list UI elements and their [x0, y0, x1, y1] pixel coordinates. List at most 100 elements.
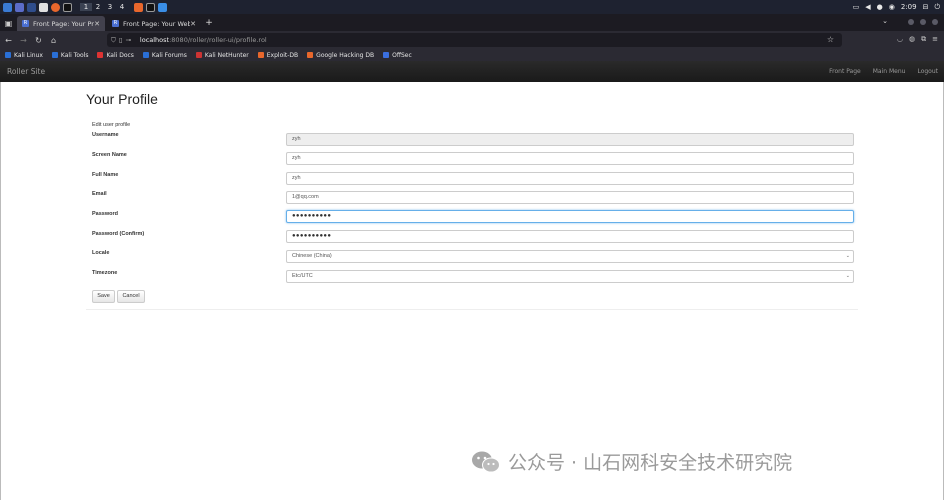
workspace-3[interactable]: 3 — [104, 3, 116, 11]
forward-icon[interactable]: → — [17, 36, 30, 45]
bookmark-kali-docs[interactable]: Kali Docs — [97, 52, 134, 59]
bookmark-google-hacking-db[interactable]: Google Hacking DB — [307, 52, 374, 59]
bookmark-kali-linux[interactable]: Kali Linux — [5, 52, 43, 59]
page-content: Your Profile Edit user profile Username … — [0, 82, 944, 500]
url-bar[interactable]: ⛉▯⊸ localhost:8080/roller/roller-ui/prof… — [107, 33, 842, 47]
tab-weblog[interactable]: R Front Page: Your Weblog ✕ — [107, 16, 201, 31]
terminal-window-icon[interactable] — [146, 2, 155, 12]
kali-icon — [5, 52, 11, 58]
terminal-launcher-icon[interactable] — [27, 2, 36, 12]
pocket-icon[interactable]: ◡ — [897, 35, 903, 44]
firefox-view-icon[interactable]: ▣ — [2, 16, 15, 31]
bookmark-kali-tools[interactable]: Kali Tools — [51, 52, 88, 59]
roller-favicon-icon: R — [22, 20, 29, 27]
power-icon[interactable]: ⏻ — [934, 3, 940, 12]
volume-icon[interactable]: ◀ — [865, 3, 870, 11]
close-icon[interactable]: ✕ — [94, 20, 100, 28]
ghdb-icon — [307, 52, 314, 58]
chevron-down-icon: ⌄ — [845, 273, 850, 279]
chevron-down-icon: ⌄ — [845, 253, 850, 259]
nav-front-page[interactable]: Front Page — [829, 68, 861, 75]
home-icon[interactable]: ⌂ — [47, 36, 60, 45]
workspace-2[interactable]: 2 — [92, 3, 104, 11]
password-confirm-label: Password (Confirm) — [92, 231, 145, 237]
burp-icon[interactable] — [134, 2, 143, 12]
wechat-icon — [472, 451, 500, 472]
bookmarks-bar: Kali Linux Kali Tools Kali Docs Kali For… — [0, 49, 944, 61]
watermark-text: 公众号 · 山石网科安全技术研究院 — [508, 452, 793, 474]
password-confirm-field[interactable]: ●●●●●●●●●● — [286, 230, 854, 243]
reload-icon[interactable]: ↻ — [32, 36, 45, 45]
password-label: Password — [92, 211, 118, 217]
page-title: Your Profile — [86, 91, 158, 107]
back-icon[interactable]: ← — [2, 36, 15, 45]
close-window-button[interactable] — [932, 19, 938, 25]
desktop-icon[interactable] — [15, 2, 24, 12]
cancel-button[interactable]: Cancel — [117, 290, 145, 303]
close-icon[interactable]: ✕ — [190, 20, 196, 28]
nav-main-menu[interactable]: Main Menu — [873, 68, 906, 75]
files-icon[interactable] — [39, 2, 48, 12]
display-icon[interactable]: ▭ — [853, 3, 860, 11]
watermark: 公众号 · 山石网科安全技术研究院 — [470, 448, 792, 475]
browser-tab-bar: ▣ R Front Page: Your Profile ✕ R Front P… — [0, 14, 944, 31]
firefox-icon[interactable] — [51, 2, 60, 12]
lock-icon[interactable]: ⊟ — [923, 3, 929, 11]
os-taskbar: 1 2 3 4 ▭ ◀ ● ◉ 2:09 ⊟ ⏻ — [0, 0, 944, 14]
password-field[interactable]: ●●●●●●●●●● — [286, 210, 854, 223]
clock-icon: ◉ — [888, 3, 895, 11]
full-name-label: Full Name — [92, 172, 119, 178]
docs-icon — [97, 52, 104, 58]
browser-nav-bar: ← → ↻ ⌂ ⛉▯⊸ localhost:8080/roller/roller… — [0, 31, 944, 49]
account-icon[interactable]: ◍ — [909, 35, 915, 44]
timezone-select[interactable]: Etc/UTC ⌄ — [286, 270, 854, 283]
workspace-1[interactable]: 1 — [80, 3, 92, 11]
form-caption: Edit user profile — [92, 122, 131, 128]
workspace-4[interactable]: 4 — [116, 3, 128, 11]
username-field: zyh — [286, 133, 854, 146]
chevron-down-icon[interactable]: ⌄ — [882, 17, 888, 25]
folder-icon[interactable] — [158, 2, 167, 12]
tab-title: Front Page: Your Profile — [33, 19, 94, 28]
offsec-icon — [383, 52, 390, 58]
save-button[interactable]: Save — [92, 290, 115, 303]
bookmark-star-icon[interactable]: ☆ — [827, 35, 834, 44]
timezone-label: Timezone — [92, 270, 118, 276]
extensions-icon[interactable]: ⧉ — [921, 35, 926, 44]
locale-selected-value: Chinese (China) — [292, 253, 332, 259]
notification-icon[interactable]: ● — [877, 3, 883, 11]
url-path: :8080/roller/roller-ui/profile.rol — [169, 36, 267, 44]
kali-icon — [51, 52, 58, 58]
tab-profile[interactable]: R Front Page: Your Profile ✕ — [17, 16, 105, 31]
locale-select[interactable]: Chinese (China) ⌄ — [286, 250, 854, 263]
minimize-button[interactable] — [908, 19, 914, 25]
username-label: Username — [92, 132, 119, 138]
timezone-selected-value: Etc/UTC — [292, 273, 313, 279]
clock-time: 2:09 — [900, 3, 917, 11]
window-controls — [908, 19, 938, 25]
site-brand[interactable]: Roller Site — [7, 67, 45, 76]
maximize-button[interactable] — [920, 19, 926, 25]
email-label: Email — [92, 191, 107, 197]
divider — [86, 309, 858, 310]
url-host: localhost — [139, 36, 170, 44]
bookmark-exploit-db[interactable]: Exploit-DB — [257, 52, 298, 59]
email-field[interactable]: 1@qq.com — [286, 191, 854, 204]
menu-icon[interactable]: ≡ — [932, 35, 938, 44]
bookmark-kali-forums[interactable]: Kali Forums — [142, 52, 187, 59]
bookmark-kali-nethunter[interactable]: Kali NetHunter — [195, 52, 249, 59]
terminal-icon[interactable] — [63, 2, 72, 12]
exploit-db-icon — [257, 52, 264, 58]
site-info-icon[interactable]: ⛉▯⊸ — [111, 36, 134, 45]
full-name-field[interactable]: zyh — [286, 172, 854, 185]
site-navbar: Roller Site Front Page Main Menu Logout — [0, 61, 944, 82]
new-tab-button[interactable]: + — [201, 16, 217, 31]
tab-title: Front Page: Your Weblog — [123, 19, 191, 28]
bookmark-offsec[interactable]: OffSec — [383, 52, 412, 59]
nav-logout[interactable]: Logout — [917, 68, 938, 75]
nethunter-icon — [195, 52, 202, 58]
kali-menu-icon[interactable] — [3, 2, 12, 12]
roller-favicon-icon: R — [112, 20, 119, 27]
screen-name-label: Screen Name — [92, 152, 127, 158]
screen-name-field[interactable]: zyh — [286, 152, 854, 165]
